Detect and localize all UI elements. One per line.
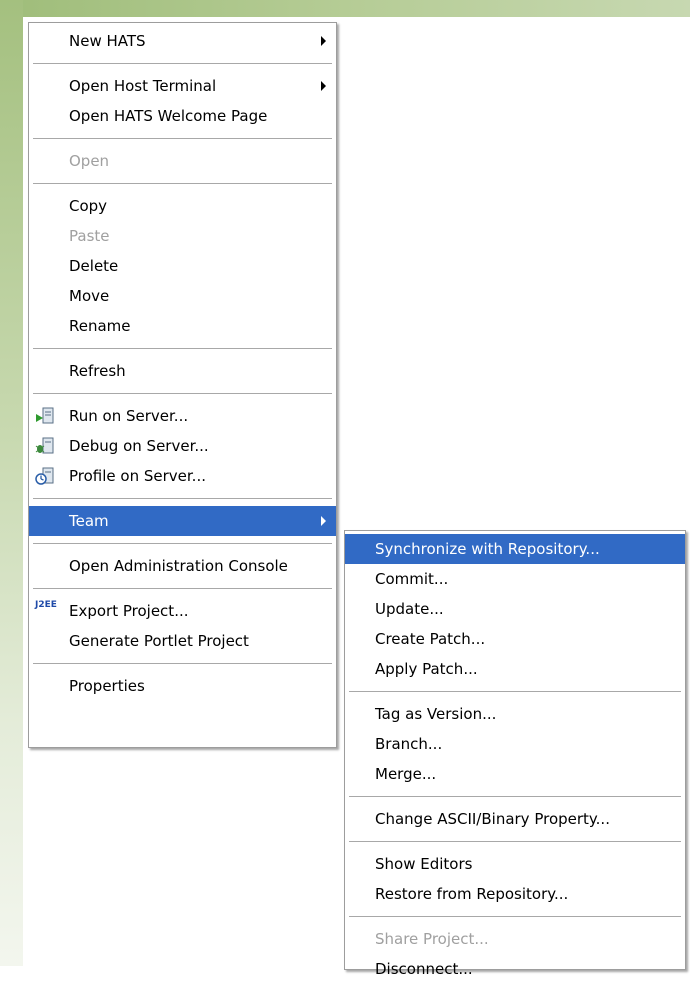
debug-server-icon [35,437,54,454]
menu-item-label: Move [69,287,110,305]
menu-item-share-project: Share Project... [345,924,685,954]
menu-item-copy[interactable]: Copy [29,191,336,221]
menu-item-label: Commit... [375,570,449,588]
menu-item-label: Generate Portlet Project [69,632,249,650]
menu-item-export-project[interactable]: J2EE Export Project... [29,596,336,626]
menu-item-label: Restore from Repository... [375,885,569,903]
menu-item-label: Tag as Version... [375,705,497,723]
team-submenu: Synchronize with Repository... Commit...… [344,530,686,978]
profile-server-icon [35,467,54,485]
menu-separator [33,588,332,589]
menu-item-paste: Paste [29,221,336,251]
menu-separator [33,348,332,349]
menu-item-apply-patch[interactable]: Apply Patch... [345,654,685,684]
menu-item-label: Refresh [69,362,126,380]
menu-item-run-on-server[interactable]: Run on Server... [29,401,336,431]
desktop-background-left [0,0,23,966]
menu-item-label: Properties [69,677,145,695]
menu-separator [349,691,681,692]
menu-item-label: Synchronize with Repository... [375,540,600,558]
j2ee-icon: J2EE [35,600,57,610]
menu-item-label: Share Project... [375,930,489,948]
menu-separator [33,498,332,499]
menu-item-label: Open Administration Console [69,557,288,575]
menu-item-refresh[interactable]: Refresh [29,356,336,386]
menu-item-label: Paste [69,227,110,245]
menu-item-label: Copy [69,197,108,215]
menu-item-label: Team [69,512,109,530]
menu-item-profile-on-server[interactable]: Profile on Server... [29,461,336,491]
desktop-background-top [0,0,690,17]
menu-separator [349,841,681,842]
menu-item-merge[interactable]: Merge... [345,759,685,789]
menu-item-label: Show Editors [375,855,473,873]
menu-item-new-hats[interactable]: New HATS [29,26,336,56]
menu-item-label: Change ASCII/Binary Property... [375,810,610,828]
menu-item-label: Delete [69,257,119,275]
submenu-arrow-icon [321,516,326,526]
menu-item-label: Apply Patch... [375,660,478,678]
menu-item-label: Disconnect... [375,960,473,978]
submenu-arrow-icon [321,81,326,91]
menu-item-properties[interactable]: Properties [29,671,336,701]
menu-item-label: Debug on Server... [69,437,209,455]
menu-item-commit[interactable]: Commit... [345,564,685,594]
menu-separator [33,183,332,184]
submenu-arrow-icon [321,36,326,46]
menu-item-create-patch[interactable]: Create Patch... [345,624,685,654]
menu-item-show-editors[interactable]: Show Editors [345,849,685,879]
menu-item-label: New HATS [69,32,146,50]
menu-item-debug-on-server[interactable]: Debug on Server... [29,431,336,461]
menu-item-label: Merge... [375,765,437,783]
context-menu: New HATS Open Host Terminal Open HATS We… [28,22,337,748]
menu-item-change-ascii-binary-property[interactable]: Change ASCII/Binary Property... [345,804,685,834]
menu-separator [33,63,332,64]
menu-item-restore-from-repository[interactable]: Restore from Repository... [345,879,685,909]
menu-item-label: Branch... [375,735,443,753]
run-server-icon [36,407,54,424]
menu-item-tag-as-version[interactable]: Tag as Version... [345,699,685,729]
menu-item-open: Open [29,146,336,176]
menu-item-label: Open HATS Welcome Page [69,107,268,125]
menu-separator [349,796,681,797]
menu-separator [33,543,332,544]
menu-item-label: Rename [69,317,131,335]
menu-item-delete[interactable]: Delete [29,251,336,281]
menu-item-update[interactable]: Update... [345,594,685,624]
menu-separator [33,138,332,139]
menu-item-label: Open [69,152,110,170]
menu-separator [349,916,681,917]
menu-separator [33,663,332,664]
menu-item-open-host-terminal[interactable]: Open Host Terminal [29,71,336,101]
menu-item-label: Create Patch... [375,630,486,648]
menu-item-rename[interactable]: Rename [29,311,336,341]
menu-item-team[interactable]: Team [29,506,336,536]
menu-item-move[interactable]: Move [29,281,336,311]
menu-item-open-hats-welcome-page[interactable]: Open HATS Welcome Page [29,101,336,131]
menu-separator [33,393,332,394]
menu-item-open-administration-console[interactable]: Open Administration Console [29,551,336,581]
menu-item-label: Export Project... [69,602,189,620]
menu-item-label: Update... [375,600,444,618]
menu-item-label: Open Host Terminal [69,77,217,95]
menu-item-label: Profile on Server... [69,467,206,485]
menu-item-generate-portlet-project[interactable]: Generate Portlet Project [29,626,336,656]
menu-item-branch[interactable]: Branch... [345,729,685,759]
menu-item-disconnect[interactable]: Disconnect... [345,954,685,984]
menu-item-synchronize-with-repository[interactable]: Synchronize with Repository... [345,534,685,564]
menu-item-label: Run on Server... [69,407,189,425]
